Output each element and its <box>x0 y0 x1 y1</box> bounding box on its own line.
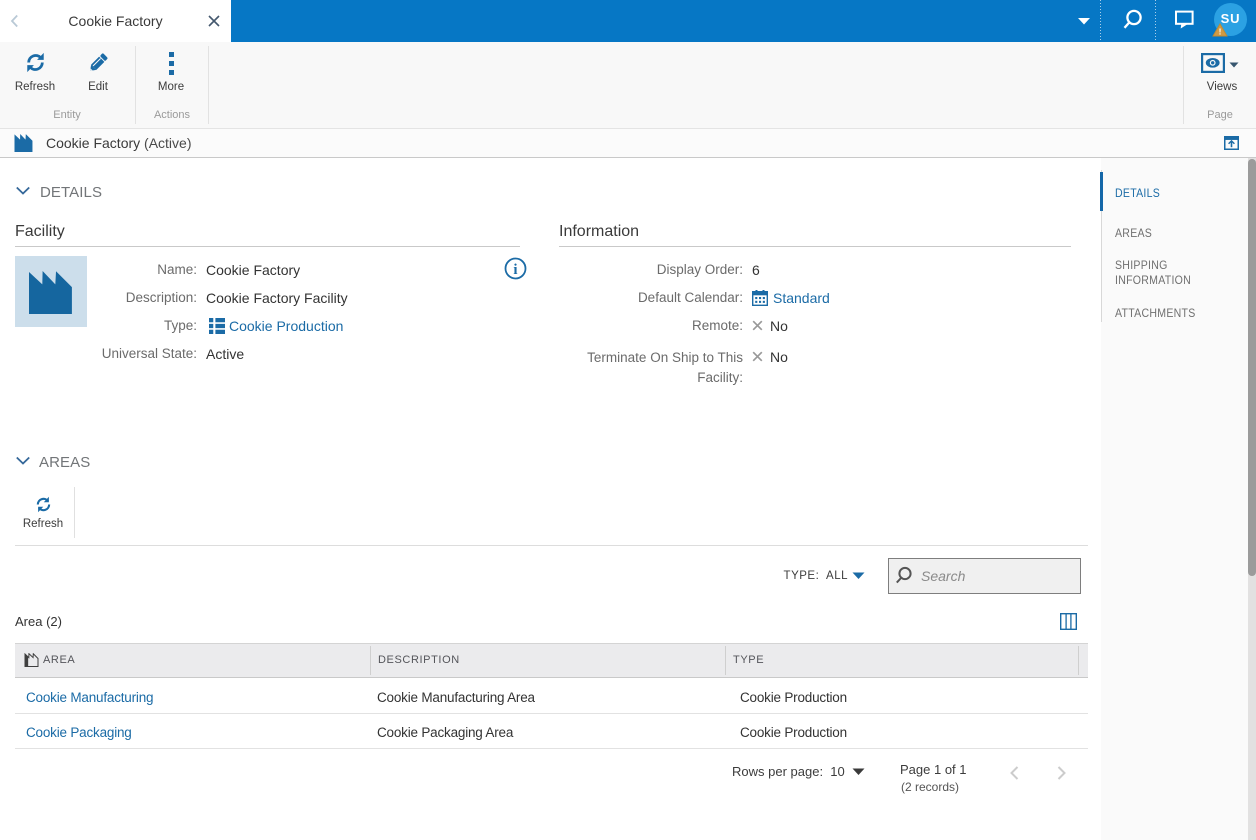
svg-text:i: i <box>513 262 517 278</box>
svg-text:!: ! <box>1219 27 1222 37</box>
